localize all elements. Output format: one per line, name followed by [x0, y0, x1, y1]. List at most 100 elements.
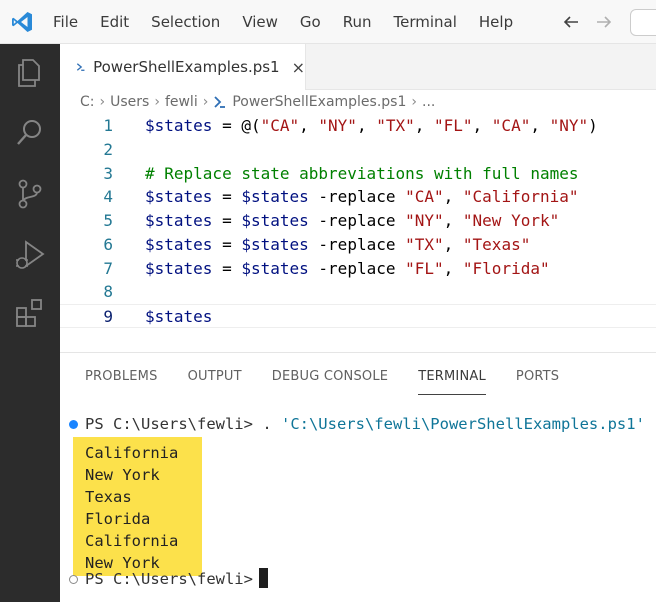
line-number: 8 — [103, 282, 113, 301]
title-bar: File Edit Selection View Go Run Terminal… — [0, 0, 656, 44]
code-token: $states — [145, 235, 213, 254]
code-token: -replace — [308, 187, 406, 206]
code-token: , — [414, 116, 434, 135]
menu-terminal[interactable]: Terminal — [383, 0, 468, 44]
code-token: $states — [145, 211, 213, 230]
back-arrow-icon[interactable] — [561, 12, 581, 32]
line-number: 4 — [103, 187, 113, 206]
code-token: "California" — [462, 187, 579, 206]
breadcrumb-file[interactable]: PowerShellExamples.ps1 — [232, 94, 406, 110]
code-token: "Texas" — [462, 235, 531, 254]
code-line[interactable]: 4 $states = $states -replace "CA", "Calif… — [60, 185, 656, 209]
command-center-search[interactable] — [630, 9, 656, 36]
code-token: = — [212, 259, 242, 278]
code-token: "New York" — [462, 211, 560, 230]
breadcrumb-fewli[interactable]: fewli — [165, 94, 198, 110]
code-token: "NY" — [405, 211, 444, 230]
code-token: "CA" — [405, 187, 444, 206]
line-number: 6 — [103, 235, 113, 254]
extensions-icon[interactable] — [13, 296, 47, 330]
menu-view[interactable]: View — [231, 0, 289, 44]
code-token: "CA" — [491, 116, 531, 135]
code-line[interactable]: 8 — [60, 280, 656, 304]
code-text: $states = $states -replace "FL", "Florid… — [145, 257, 550, 281]
tab-powershellexamples[interactable]: PowerShellExamples.ps1 × — [60, 44, 306, 90]
code-line[interactable]: 6 $states = $states -replace "TX", "Texas… — [60, 233, 656, 257]
powershell-file-icon — [76, 63, 85, 71]
code-token: "FL" — [405, 259, 444, 278]
line-number: 1 — [103, 116, 113, 135]
breadcrumb: C: › Users › fewli › PowerShellExamples.… — [80, 90, 435, 114]
explorer-icon[interactable] — [13, 56, 47, 90]
code-token: , — [530, 116, 550, 135]
menu-edit[interactable]: Edit — [89, 0, 140, 44]
terminal-command-line: PS C:\Users\fewli> . 'C:\Users\fewli\Pow… — [85, 413, 645, 435]
menu-run[interactable]: Run — [332, 0, 383, 44]
line-number: 5 — [103, 211, 113, 230]
source-control-icon[interactable] — [13, 177, 47, 211]
code-line[interactable]: 2 — [60, 138, 656, 162]
line-number: 2 — [103, 140, 113, 159]
code-line[interactable]: 3 # Replace state abbreviations with full… — [60, 162, 656, 186]
code-token: , — [443, 259, 463, 278]
editor-tabs: PowerShellExamples.ps1 × — [60, 44, 656, 90]
code-line[interactable]: 1 $states = @("CA", "NY", "TX", "FL", "CA… — [60, 114, 656, 138]
line-number: 9 — [103, 307, 113, 326]
code-token: "FL" — [434, 116, 473, 135]
code-line[interactable]: 7 $states = $states -replace "FL", "Flori… — [60, 257, 656, 281]
code-text: # Replace state abbreviations with full … — [145, 162, 578, 186]
code-text: $states = @("CA", "NY", "TX", "FL", "CA"… — [145, 114, 598, 138]
code-editor[interactable]: 1 $states = @("CA", "NY", "TX", "FL", "CA… — [60, 114, 656, 346]
terminal-output-line: California — [85, 532, 179, 550]
tab-output[interactable]: OUTPUT — [188, 365, 242, 395]
code-token: # Replace state abbreviations with full … — [145, 164, 579, 183]
terminal-output-line: New York — [85, 466, 160, 484]
code-token: "NY" — [318, 116, 357, 135]
menu-go[interactable]: Go — [289, 0, 332, 44]
terminal-output-line: Florida — [85, 510, 151, 528]
menu-help[interactable]: Help — [468, 0, 524, 44]
terminal-prompt-line: PS C:\Users\fewli> — [85, 568, 268, 590]
code-token: "TX" — [405, 235, 444, 254]
code-token: $states — [145, 307, 213, 326]
code-token: "CA" — [260, 116, 300, 135]
terminal-prompt: PS C:\Users\fewli> — [85, 570, 253, 588]
code-token: $states — [145, 116, 213, 135]
code-line[interactable]: 5 $states = $states -replace "NY", "New Y… — [60, 209, 656, 233]
code-token: , — [443, 187, 463, 206]
code-token: , — [443, 211, 463, 230]
code-token: "TX" — [376, 116, 415, 135]
menu-selection[interactable]: Selection — [140, 0, 231, 44]
forward-arrow-icon[interactable] — [594, 12, 614, 32]
run-debug-icon[interactable] — [13, 238, 47, 272]
tab-debug-console[interactable]: DEBUG CONSOLE — [272, 365, 388, 395]
chevron-right-icon: › — [154, 94, 160, 110]
panel-tabs: PROBLEMS OUTPUT DEBUG CONSOLE TERMINAL PORTS — [85, 365, 589, 395]
breadcrumb-drive[interactable]: C: — [80, 94, 95, 110]
line-number: 3 — [103, 164, 113, 183]
powershell-file-icon — [214, 96, 226, 108]
code-token: "Florida" — [462, 259, 550, 278]
menu-file[interactable]: File — [42, 0, 89, 44]
terminal[interactable]: PS C:\Users\fewli> . 'C:\Users\fewli\Pow… — [60, 413, 656, 602]
vscode-logo-icon[interactable] — [10, 10, 34, 34]
breadcrumb-users[interactable]: Users — [110, 94, 149, 110]
code-token: $states — [145, 259, 213, 278]
code-token: $states — [241, 187, 309, 206]
code-text: $states = $states -replace "CA", "Califo… — [145, 185, 579, 209]
menu-bar: File Edit Selection View Go Run Terminal… — [42, 0, 524, 44]
breadcrumb-symbols[interactable]: ... — [422, 94, 435, 110]
tab-terminal[interactable]: TERMINAL — [418, 365, 486, 395]
tab-problems[interactable]: PROBLEMS — [85, 365, 158, 395]
search-icon[interactable] — [13, 116, 47, 150]
code-token: -replace — [308, 211, 406, 230]
close-icon[interactable]: × — [292, 58, 305, 77]
code-token: "NY" — [549, 116, 589, 135]
chevron-right-icon: › — [99, 94, 106, 110]
code-token: @( — [241, 116, 261, 135]
command-success-icon[interactable] — [69, 420, 78, 429]
code-token: , — [356, 116, 377, 135]
code-line[interactable]: 9 $states — [60, 304, 656, 328]
tab-ports[interactable]: PORTS — [516, 365, 559, 395]
code-token: $states — [241, 211, 309, 230]
